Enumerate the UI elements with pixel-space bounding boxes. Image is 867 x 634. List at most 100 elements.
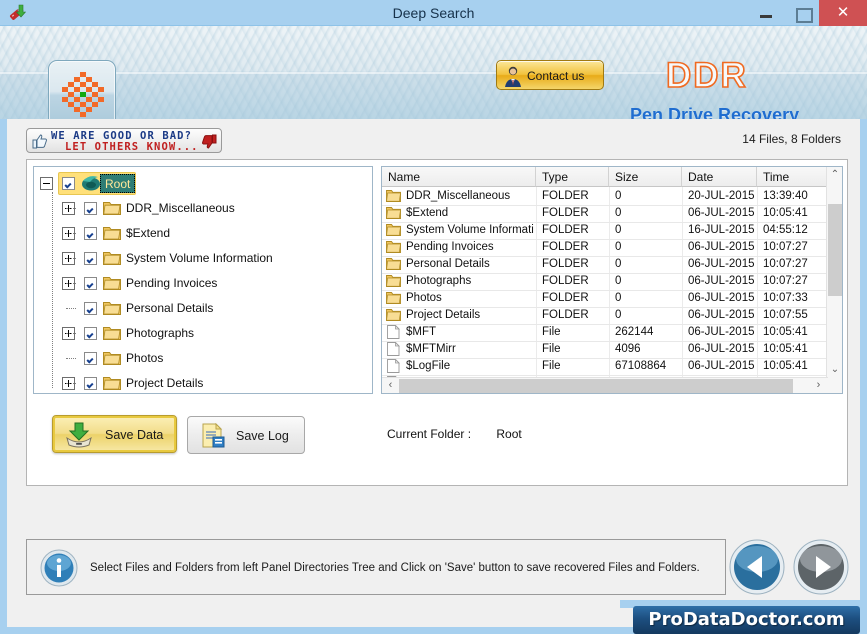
column-header-date[interactable]: Date bbox=[682, 167, 757, 187]
tree-node-checkbox[interactable] bbox=[84, 252, 97, 265]
collapse-icon[interactable] bbox=[40, 177, 53, 190]
tree-node-extend[interactable]: $Extend bbox=[62, 221, 360, 246]
tree-node-checkbox[interactable] bbox=[84, 377, 97, 390]
minimize-button[interactable] bbox=[751, 0, 781, 26]
folder-icon bbox=[103, 200, 121, 215]
cell-size: 0 bbox=[615, 224, 622, 236]
folder-icon bbox=[386, 223, 401, 237]
tree-node-checkbox[interactable] bbox=[62, 177, 75, 190]
column-header-size[interactable]: Size bbox=[609, 167, 682, 187]
file-list-row[interactable]: $MFT File 262144 06-JUL-2015 10:05:41 bbox=[382, 324, 827, 341]
scroll-up-button[interactable]: ⌃ bbox=[827, 167, 842, 184]
file-list[interactable]: Name Type Size Date Time DDR_Miscellaneous FO… bbox=[381, 166, 843, 394]
file-list-row[interactable]: $Extend FOLDER 0 06-JUL-2015 10:05:41 bbox=[382, 205, 827, 222]
cell-name: Project Details bbox=[406, 309, 481, 321]
file-list-row[interactable]: System Volume Information FOLDER 0 16-JUL-2… bbox=[382, 222, 827, 239]
tree-node-project-details[interactable]: Project Details bbox=[62, 371, 360, 393]
cell-time: 10:07:27 bbox=[763, 241, 808, 253]
close-button[interactable]: ✕ bbox=[819, 0, 867, 26]
cell-size: 0 bbox=[615, 190, 622, 202]
folder-icon bbox=[386, 189, 401, 203]
horizontal-scrollbar-thumb[interactable] bbox=[399, 379, 793, 393]
column-header-name[interactable]: Name bbox=[382, 167, 536, 187]
tree-node-personal-details[interactable]: Personal Details bbox=[62, 296, 360, 321]
tree-node-label: Photos bbox=[126, 351, 164, 365]
product-tagline: Pen Drive Recovery bbox=[630, 105, 800, 119]
file-list-row[interactable]: $MFTMirr File 4096 06-JUL-2015 10:05:41 bbox=[382, 341, 827, 358]
cell-time: 10:05:41 bbox=[763, 326, 808, 338]
file-folder-counts: 14 Files, 8 Folders bbox=[742, 132, 841, 146]
tree-node-system-volume-information[interactable]: System Volume Information bbox=[62, 246, 360, 271]
cell-name: $MFTMirr bbox=[406, 343, 456, 355]
cell-size: 67108864 bbox=[615, 360, 667, 372]
tree-node-checkbox[interactable] bbox=[84, 302, 97, 315]
cell-time: 10:07:27 bbox=[763, 275, 808, 287]
tree-node-root[interactable]: Root bbox=[40, 171, 360, 196]
cell-time: 10:07:55 bbox=[763, 309, 808, 321]
tree-node-checkbox[interactable] bbox=[84, 227, 97, 240]
previous-button[interactable] bbox=[729, 539, 785, 595]
file-icon bbox=[386, 324, 401, 339]
horizontal-scrollbar[interactable]: ‹ › bbox=[382, 377, 828, 393]
folder-icon bbox=[103, 375, 121, 390]
cell-date: 16-JUL-2015 bbox=[688, 224, 755, 236]
save-data-label: Save Data bbox=[105, 428, 164, 442]
tree-node-ddr-miscellaneous[interactable]: DDR_Miscellaneous bbox=[62, 196, 360, 221]
file-list-row[interactable]: DDR_Miscellaneous FOLDER 0 20-JUL-2015 13:39… bbox=[382, 188, 827, 205]
tree-connector bbox=[66, 308, 76, 309]
cell-name: Photos bbox=[406, 292, 442, 304]
tree-node-pending-invoices[interactable]: Pending Invoices bbox=[62, 271, 360, 296]
file-list-row[interactable]: Pending Invoices FOLDER 0 06-JUL-2015 10:07:… bbox=[382, 239, 827, 256]
column-header-time[interactable]: Time bbox=[757, 167, 827, 187]
cell-time: 10:07:33 bbox=[763, 292, 808, 304]
folder-icon bbox=[103, 300, 121, 315]
file-list-row[interactable]: Photographs FOLDER 0 06-JUL-2015 10:07:27 bbox=[382, 273, 827, 290]
window-title: Deep Search bbox=[392, 5, 475, 21]
tree-node-photographs[interactable]: Photographs bbox=[62, 321, 360, 346]
cell-type: FOLDER bbox=[542, 241, 589, 253]
save-log-button[interactable]: Save Log bbox=[187, 416, 305, 454]
next-button[interactable] bbox=[793, 539, 849, 595]
tree-node-checkbox[interactable] bbox=[84, 327, 97, 340]
file-icon bbox=[386, 341, 401, 356]
cell-name: $Extend bbox=[406, 207, 449, 219]
rate-us-banner[interactable]: WE ARE GOOD OR BAD? LET OTHERS KNOW... bbox=[26, 128, 222, 153]
cell-size: 0 bbox=[615, 309, 622, 321]
contact-us-button[interactable]: Contact us bbox=[496, 60, 604, 90]
scroll-right-button[interactable]: › bbox=[810, 378, 827, 393]
tree-connector bbox=[66, 358, 76, 359]
folder-icon bbox=[386, 206, 401, 220]
file-list-row[interactable]: Project Details FOLDER 0 06-JUL-2015 10:07:5… bbox=[382, 307, 827, 324]
cell-date: 06-JUL-2015 bbox=[688, 275, 755, 287]
directory-tree[interactable]: Root DDR_Miscellaneous $Extend System Volum… bbox=[33, 166, 373, 394]
status-bar: Select Files and Folders from left Panel… bbox=[26, 539, 726, 595]
contact-us-label: Contact us bbox=[527, 69, 585, 83]
file-list-row[interactable]: Photos FOLDER 0 06-JUL-2015 10:07:33 bbox=[382, 290, 827, 307]
ddr-brand: DDR bbox=[665, 55, 748, 96]
file-list-row[interactable]: Personal Details FOLDER 0 06-JUL-2015 10:07:… bbox=[382, 256, 827, 273]
save-data-button[interactable]: Save Data bbox=[52, 415, 177, 453]
cell-type: FOLDER bbox=[542, 190, 589, 202]
thumbs-up-icon bbox=[32, 134, 48, 149]
column-header-type[interactable]: Type bbox=[536, 167, 609, 187]
tree-node-checkbox[interactable] bbox=[84, 352, 97, 365]
maximize-button[interactable] bbox=[787, 0, 817, 26]
tree-node-checkbox[interactable] bbox=[84, 277, 97, 290]
cell-size: 0 bbox=[615, 292, 622, 304]
cell-name: Pending Invoices bbox=[406, 241, 494, 253]
cell-date: 20-JUL-2015 bbox=[688, 190, 755, 202]
tree-connector bbox=[66, 283, 76, 284]
tree-node-checkbox[interactable] bbox=[84, 202, 97, 215]
tree-connector bbox=[66, 383, 76, 384]
scroll-down-button[interactable]: ⌄ bbox=[827, 362, 842, 379]
vertical-scrollbar-thumb[interactable] bbox=[828, 204, 842, 296]
folder-icon bbox=[103, 325, 121, 340]
scroll-left-button[interactable]: ‹ bbox=[382, 378, 399, 393]
footer-brand-badge: ProDataDoctor.com bbox=[633, 606, 860, 634]
cell-time: 10:05:41 bbox=[763, 343, 808, 355]
tree-node-photos[interactable]: Photos bbox=[62, 346, 360, 371]
file-list-row[interactable]: $LogFile File 67108864 06-JUL-2015 10:05:41 bbox=[382, 358, 827, 375]
vertical-scrollbar[interactable]: ⌃ ⌄ bbox=[826, 167, 842, 393]
cell-time: 13:39:40 bbox=[763, 190, 808, 202]
cell-type: FOLDER bbox=[542, 275, 589, 287]
